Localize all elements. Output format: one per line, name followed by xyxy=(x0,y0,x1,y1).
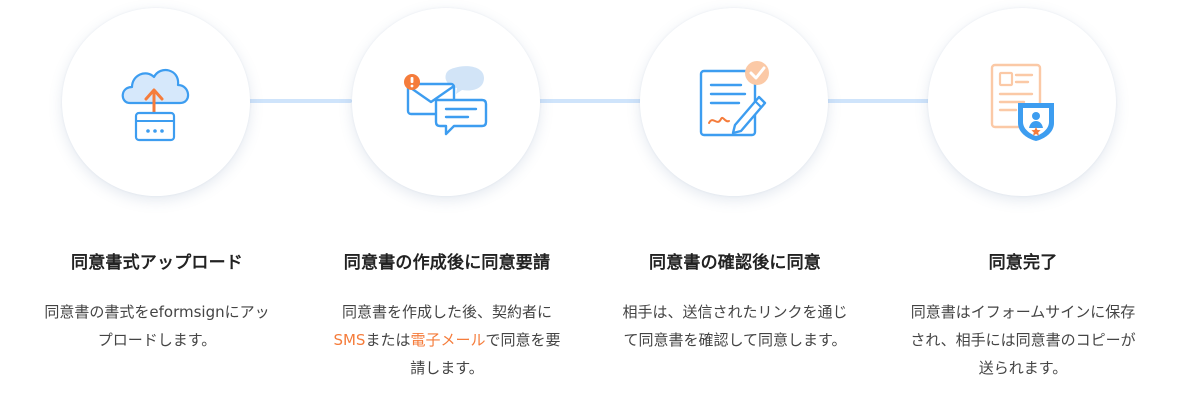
step-icon-circle xyxy=(640,8,828,196)
document-sign-icon xyxy=(699,61,769,137)
connector-line-2 xyxy=(538,99,642,103)
step-description: 同意書はイフォームサインに保存され、相手には同意書のコピーが送られます。 xyxy=(910,303,1136,377)
sms-highlight: SMS xyxy=(333,331,366,349)
document-certificate-icon xyxy=(990,63,1054,141)
desc-text: 同意書を作成した後、契約者に xyxy=(341,303,552,321)
step-description: 同意書の書式をeformsignにアップロードします。 xyxy=(44,303,270,349)
step-description: 同意書を作成した後、契約者にSMSまたは電子メールで同意を要請します。 xyxy=(330,298,564,382)
step-title: 同意書の確認後に同意 xyxy=(649,253,821,273)
step-title: 同意完了 xyxy=(988,253,1058,273)
step-icon-circle xyxy=(62,8,250,196)
desc-text: または xyxy=(365,331,411,349)
connector-line-3 xyxy=(826,99,930,103)
step-icon-circle xyxy=(928,8,1116,196)
step-title: 同意書式アップロード xyxy=(71,253,243,273)
step-icon-circle xyxy=(352,8,540,196)
connector-line-1 xyxy=(248,99,352,103)
cloud-upload-icon xyxy=(121,68,190,142)
step-title: 同意書の作成後に同意要請 xyxy=(343,253,551,273)
email-highlight: 電子メール xyxy=(410,331,486,349)
email-sms-icon xyxy=(404,66,488,136)
step-description: 相手は、送信されたリンクを通じて同意書を確認して同意します。 xyxy=(622,303,848,349)
